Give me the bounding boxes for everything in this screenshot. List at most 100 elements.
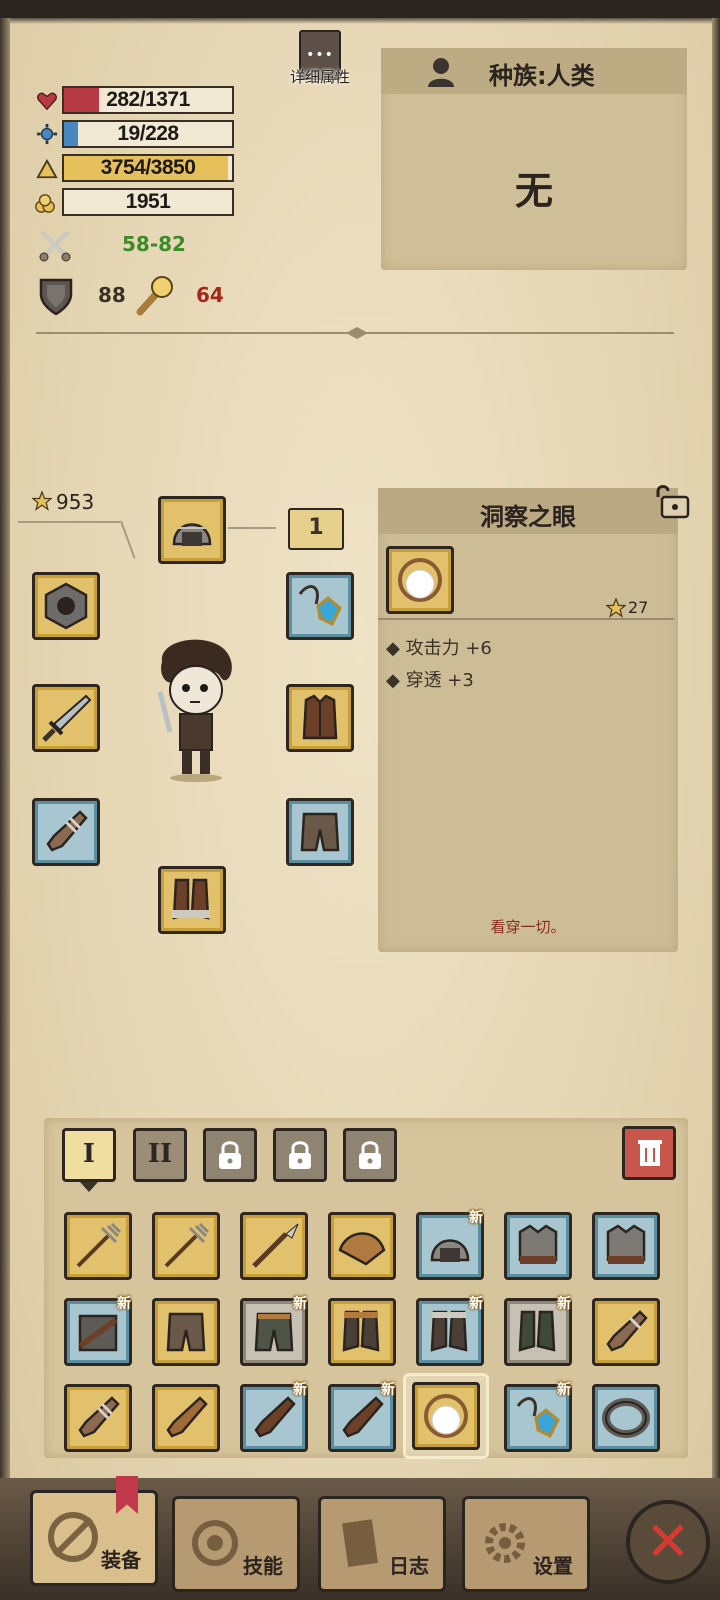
belted-armor-icon xyxy=(78,1314,118,1352)
inventory-slot[interactable] xyxy=(328,1212,396,1280)
inventory-slot[interactable] xyxy=(504,1212,572,1280)
gold-bar: 1951 xyxy=(62,188,234,216)
gold-text: 1951 xyxy=(125,190,171,213)
nav-skills-button[interactable]: 技能 xyxy=(172,1496,300,1592)
nav-equipment-button[interactable]: 装备 xyxy=(30,1490,158,1586)
inventory-slot[interactable]: 新 xyxy=(64,1296,132,1366)
equip-slot-armor[interactable] xyxy=(286,684,354,752)
nav-skills-label: 技能 xyxy=(243,1554,283,1578)
item-stat-penetration: 穿透 +3 xyxy=(405,670,474,691)
inventory-slot[interactable] xyxy=(592,1298,660,1366)
equip-slot-weapon[interactable] xyxy=(32,684,100,752)
equip-slot-pants[interactable] xyxy=(286,798,354,866)
leather-glove-icon xyxy=(166,1396,208,1438)
close-icon: ✕ xyxy=(645,1510,691,1573)
helmet-icon xyxy=(430,1239,470,1262)
inventory-slot-selected[interactable] xyxy=(412,1382,480,1450)
inventory-slot[interactable]: 新 xyxy=(416,1210,484,1280)
equip-slot-ring[interactable] xyxy=(32,572,100,640)
tree-line xyxy=(18,521,120,523)
inventory-slot[interactable] xyxy=(592,1212,660,1280)
discard-button[interactable] xyxy=(622,1126,676,1180)
pants-icon xyxy=(300,812,340,852)
defense-value: 88 xyxy=(98,283,126,307)
inventory-slot[interactable]: 新 xyxy=(504,1296,572,1366)
penetration-icon xyxy=(136,276,173,316)
divider-ornament-icon xyxy=(346,327,368,339)
equip-slot-helmet[interactable] xyxy=(158,496,226,564)
bandaged-glove-icon xyxy=(78,1396,120,1438)
top-frame xyxy=(0,0,720,24)
nav-log-button[interactable]: 日志 xyxy=(318,1496,446,1592)
inventory-slot[interactable] xyxy=(240,1212,308,1280)
shield-icon xyxy=(39,278,73,316)
attack-value: 58-82 xyxy=(122,232,186,256)
crossed-swords-icon xyxy=(39,230,71,262)
inventory-tab-2[interactable]: II xyxy=(133,1128,187,1182)
inventory-tab-1[interactable]: I xyxy=(62,1128,116,1182)
inventory-slot[interactable]: 新 xyxy=(416,1296,484,1366)
bandaged-glove-icon xyxy=(46,810,88,852)
chainmail-armor-icon xyxy=(518,1224,558,1264)
pants-icon xyxy=(166,1312,206,1352)
unlock-padlock-icon[interactable] xyxy=(650,483,690,519)
penetration-value: 64 xyxy=(196,283,224,307)
new-badge: 新 xyxy=(117,1296,131,1312)
item-stat-line: ◆ 攻击力 +6 xyxy=(386,638,492,659)
boots-icon xyxy=(342,1310,380,1352)
new-badge: 新 xyxy=(293,1296,307,1312)
inventory-slot[interactable] xyxy=(64,1212,132,1280)
pitchfork-icon xyxy=(76,1222,122,1268)
new-badge: 新 xyxy=(557,1296,571,1312)
bandaged-glove-icon xyxy=(606,1310,648,1352)
inventory-slot[interactable] xyxy=(328,1298,396,1366)
nav-settings-label: 设置 xyxy=(533,1554,573,1578)
skill-gear-icon xyxy=(192,1520,238,1566)
inventory-slot[interactable] xyxy=(64,1384,132,1452)
nav-log-label: 日志 xyxy=(389,1554,429,1578)
inventory-slot[interactable] xyxy=(152,1384,220,1452)
insight-eye-orb-icon xyxy=(424,1394,468,1438)
inventory-tab-locked-4[interactable] xyxy=(273,1128,327,1182)
inventory-slot[interactable] xyxy=(152,1298,220,1366)
inventory-slot[interactable] xyxy=(152,1212,220,1280)
item-star-icon xyxy=(606,598,626,618)
mana-text: 19/228 xyxy=(117,122,179,145)
equip-slot-boots[interactable] xyxy=(158,866,226,934)
gold-coins-icon xyxy=(35,194,55,213)
person-icon xyxy=(428,58,454,87)
inventory-slot[interactable] xyxy=(592,1384,660,1452)
item-stat-line: ◆ 穿透 +3 xyxy=(386,670,474,691)
item-detail-panel: 洞察之眼 27 ◆ 攻击力 +6 ◆ 穿透 +3 xyxy=(378,488,678,952)
heart-icon xyxy=(37,92,57,111)
padlock-icon xyxy=(289,1141,311,1169)
nav-settings-button[interactable]: 设置 xyxy=(462,1496,590,1592)
detail-dots: ••• xyxy=(306,47,334,63)
new-badge: 新 xyxy=(381,1382,395,1398)
inventory-slot[interactable]: 新 xyxy=(328,1382,396,1452)
inventory-slot[interactable]: 新 xyxy=(504,1382,572,1452)
item-divider xyxy=(378,618,674,620)
item-description: 看穿一切。 xyxy=(490,918,566,936)
star-icon xyxy=(32,491,52,511)
equipment-level-badge[interactable]: 1 xyxy=(288,508,344,550)
inventory-slot[interactable]: 新 xyxy=(240,1382,308,1452)
close-button[interactable]: ✕ xyxy=(626,1500,710,1584)
spear-icon xyxy=(252,1223,299,1268)
leather-armor-icon xyxy=(302,694,338,740)
mana-bar: 19/228 xyxy=(62,120,234,148)
equip-slot-gloves[interactable] xyxy=(32,798,100,866)
inventory-tab-locked-3[interactable] xyxy=(203,1128,257,1182)
detailed-attributes-button[interactable]: ••• 详细属性 xyxy=(283,30,357,102)
trash-can-icon xyxy=(638,1140,662,1166)
inventory-tab-locked-5[interactable] xyxy=(343,1128,397,1182)
equip-slot-amulet[interactable] xyxy=(286,572,354,640)
padlock-icon xyxy=(359,1141,381,1169)
hex-nut-ring-icon xyxy=(44,582,88,630)
item-name: 洞察之眼 xyxy=(480,503,576,531)
iron-ring-icon xyxy=(602,1398,650,1438)
settings-gear-icon xyxy=(485,1523,525,1563)
inventory-slot[interactable]: 新 xyxy=(240,1296,308,1366)
nav-equipment-label: 装备 xyxy=(101,1548,141,1572)
glove-icon xyxy=(342,1396,384,1438)
